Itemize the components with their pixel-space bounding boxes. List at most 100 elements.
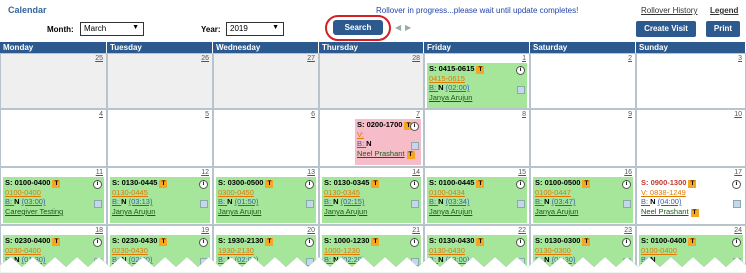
day-number[interactable]: 4 <box>99 111 103 118</box>
schedule-time[interactable]: S: 0900-1300 T <box>641 178 697 188</box>
prev-month-icon[interactable]: ◀ <box>395 23 401 32</box>
day-number[interactable]: 1 <box>522 55 526 62</box>
schedule-time[interactable]: S: 1930-2130 T <box>218 236 274 246</box>
day-number[interactable]: 23 <box>624 227 632 234</box>
year-select[interactable]: 2019 ▼ <box>226 22 284 36</box>
visit-event[interactable]: S: 0100-0500 T 0100-0447 B: N (03:47) Janya … <box>533 177 633 223</box>
notes-icon[interactable] <box>517 200 525 208</box>
billing-duration[interactable]: (01:50) <box>235 197 259 206</box>
search-button[interactable]: Search <box>333 20 383 35</box>
visit-time[interactable]: 0130-0345 <box>324 188 360 197</box>
day-number[interactable]: 21 <box>412 227 420 234</box>
caregiver-link[interactable]: Janya Arujun <box>535 207 578 216</box>
visit-time[interactable]: V: <box>357 130 364 139</box>
caregiver-link[interactable]: Janya Arujun <box>429 93 472 102</box>
calendar-day-cell[interactable]: 2 <box>530 53 636 109</box>
calendar-day-cell[interactable]: 10 <box>636 109 746 167</box>
schedule-time[interactable]: S: 0130-0430 T <box>429 236 485 246</box>
day-number[interactable]: 11 <box>96 169 103 176</box>
calendar-day-cell[interactable]: 6 <box>213 109 319 167</box>
day-number[interactable]: 19 <box>201 227 209 234</box>
schedule-time[interactable]: S: 0300-0500 T <box>218 178 274 188</box>
notes-icon[interactable] <box>200 200 208 208</box>
billing-duration[interactable]: (03:47) <box>552 197 576 206</box>
notes-icon[interactable] <box>411 200 419 208</box>
billing-duration[interactable]: (03:13) <box>129 197 153 206</box>
day-number[interactable]: 26 <box>201 55 209 62</box>
visit-event[interactable]: S: 0130-0345 T 0130-0345 B: N (02:15) Janya … <box>322 177 421 223</box>
notes-icon[interactable] <box>94 200 102 208</box>
notes-icon[interactable] <box>623 200 631 208</box>
schedule-time[interactable]: S: 0130-0445 T <box>112 178 168 188</box>
rollover-history-link[interactable]: Rollover History <box>641 6 697 15</box>
create-visit-button[interactable]: Create Visit <box>636 21 696 37</box>
caregiver-link[interactable]: Neel Prashant T <box>357 149 415 159</box>
day-number[interactable]: 20 <box>307 227 315 234</box>
info-icon[interactable]: i <box>516 238 525 247</box>
calendar-day-cell[interactable]: 13 S: 0300-0500 T 0300-0450 B: N (01:50) Jany… <box>213 167 319 225</box>
visit-event[interactable]: S: 0100-0445 T 0100-0434 B: N (03:34) Janya … <box>427 177 527 223</box>
visit-event[interactable]: S: 0415-0615 T 0415-0615 B: N (02:00) Janya … <box>427 63 527 108</box>
info-icon[interactable]: i <box>622 238 631 247</box>
billing-link[interactable]: B: <box>357 139 366 148</box>
info-icon[interactable]: i <box>516 66 525 75</box>
day-number[interactable]: 12 <box>201 169 209 176</box>
info-icon[interactable]: i <box>410 122 419 131</box>
visit-event[interactable]: S: 0100-0400 T 0100-0400 B: N (03:00) Caregi… <box>3 177 104 223</box>
visit-time[interactable]: 0130-0430 <box>429 246 465 255</box>
info-icon[interactable]: i <box>410 180 419 189</box>
calendar-day-cell[interactable]: 16 S: 0100-0500 T 0100-0447 B: N (03:47) Jany… <box>530 167 636 225</box>
billing-duration[interactable]: (02:00) <box>446 83 470 92</box>
schedule-time[interactable]: S: 0230-0430 T <box>112 236 168 246</box>
calendar-day-cell[interactable]: 12 S: 0130-0445 T 0130-0445 B: N (03:13) Jany… <box>107 167 213 225</box>
billing-link[interactable]: B: <box>641 197 650 206</box>
schedule-time[interactable]: S: 0100-0400 T <box>641 236 697 246</box>
day-number[interactable]: 16 <box>624 169 632 176</box>
day-number[interactable]: 15 <box>518 169 526 176</box>
info-icon[interactable]: i <box>622 180 631 189</box>
visit-time[interactable]: 0100-0400 <box>5 188 41 197</box>
day-number[interactable]: 14 <box>412 169 420 176</box>
legend-link[interactable]: Legend <box>710 6 738 15</box>
visit-time[interactable]: 0100-0400 <box>641 246 677 255</box>
day-number[interactable]: 17 <box>734 169 742 176</box>
calendar-day-cell[interactable]: 3 <box>636 53 746 109</box>
info-icon[interactable]: i <box>305 180 314 189</box>
calendar-day-cell[interactable]: 17 S: 0900-1300 T V: 0838-1249 B: N (04:00) N… <box>636 167 746 225</box>
info-icon[interactable]: i <box>516 180 525 189</box>
notes-icon[interactable] <box>411 142 419 150</box>
schedule-time[interactable]: S: 0100-0500 T <box>535 178 591 188</box>
info-icon[interactable]: i <box>93 180 102 189</box>
billing-duration[interactable]: (04:00) <box>658 197 682 206</box>
calendar-day-cell[interactable]: 28 <box>319 53 424 109</box>
caregiver-link[interactable]: Neel Prashant T <box>641 207 699 217</box>
notes-icon[interactable] <box>517 86 525 94</box>
day-number[interactable]: 10 <box>734 111 742 118</box>
billing-link[interactable]: B: <box>324 197 333 206</box>
schedule-time[interactable]: S: 1000-1230 T <box>324 236 380 246</box>
calendar-day-cell[interactable]: 27 <box>213 53 319 109</box>
calendar-day-cell[interactable]: 15 S: 0100-0445 T 0100-0434 B: N (03:34) Jany… <box>424 167 530 225</box>
caregiver-link[interactable]: Caregiver Testing <box>5 207 63 216</box>
billing-link[interactable]: B: <box>112 197 121 206</box>
caregiver-link[interactable]: Janya Arujun <box>112 207 155 216</box>
billing-link[interactable]: B: <box>218 197 227 206</box>
day-number[interactable]: 6 <box>311 111 315 118</box>
billing-link[interactable]: B: <box>429 197 438 206</box>
caregiver-link[interactable]: Janya Arujun <box>429 207 472 216</box>
notes-icon[interactable] <box>306 200 314 208</box>
visit-time[interactable]: 0230-0400 <box>5 246 41 255</box>
billing-duration[interactable]: (02:15) <box>341 197 365 206</box>
day-number[interactable]: 2 <box>628 55 632 62</box>
billing-duration[interactable]: (03:34) <box>446 197 470 206</box>
info-icon[interactable]: i <box>410 238 419 247</box>
visit-time[interactable]: V: 0838-1249 <box>641 188 686 197</box>
visit-time[interactable]: 0130-0300 <box>535 246 571 255</box>
schedule-time[interactable]: S: 0100-0400 T <box>5 178 61 188</box>
calendar-day-cell[interactable]: 11 S: 0100-0400 T 0100-0400 B: N (03:00) Care… <box>0 167 107 225</box>
calendar-day-cell[interactable]: 9 <box>530 109 636 167</box>
billing-duration[interactable]: (03:00) <box>22 197 46 206</box>
visit-event[interactable]: S: 0200-1700 T V: B: N Neel Prashant T i <box>355 119 421 165</box>
day-number[interactable]: 8 <box>522 111 526 118</box>
day-number[interactable]: 9 <box>628 111 632 118</box>
